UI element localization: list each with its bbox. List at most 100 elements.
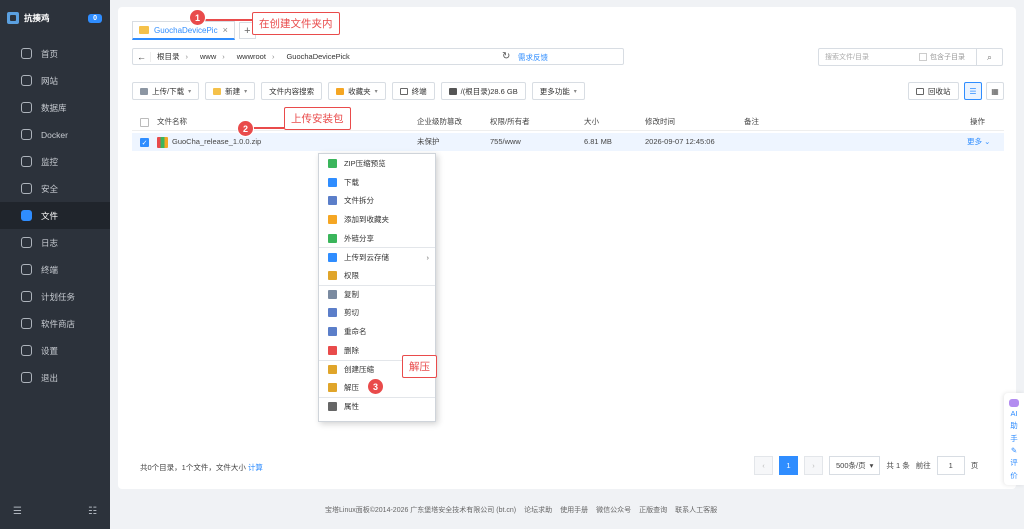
menu-item-copy[interactable]: 复制 <box>319 284 435 304</box>
upload-download-button[interactable]: 上传/下载 ▾ <box>132 82 200 100</box>
logout-icon <box>21 372 32 383</box>
chevron-down-icon: ▾ <box>374 88 378 95</box>
button-label: 新建 <box>225 86 241 96</box>
favorites-button[interactable]: 收藏夹 ▾ <box>328 82 386 100</box>
button-label: 更多功能 <box>539 86 570 96</box>
grid-view-icon[interactable]: ▦ <box>986 82 1004 100</box>
col-name[interactable]: 文件名称 <box>157 113 187 131</box>
sidebar-item-0[interactable]: 首页 <box>0 40 110 67</box>
row-checkbox[interactable]: ✓ <box>140 137 149 147</box>
sidebar-item-5[interactable]: 安全 <box>0 175 110 202</box>
page-1-button[interactable]: 1 <box>779 456 798 475</box>
sidebar-item-label: 文件 <box>41 210 59 221</box>
close-icon[interactable]: × <box>223 25 228 35</box>
menu-item-split[interactable]: 文件拆分 <box>319 191 435 210</box>
sidebar-item-1[interactable]: 网站 <box>0 67 110 94</box>
callout-2-line <box>252 127 284 129</box>
protect-cell[interactable]: 未保护 <box>417 133 440 151</box>
subdir-checkbox[interactable]: 包含子目录 <box>919 52 965 62</box>
folder-plus-icon <box>213 87 222 95</box>
sidebar-item-11[interactable]: 设置 <box>0 337 110 364</box>
menu-item-label: 添加到收藏夹 <box>344 214 389 224</box>
menu-item-permission[interactable]: 权限 <box>319 266 435 285</box>
notification-badge[interactable]: 0 <box>88 13 102 23</box>
table-row[interactable]: ✓ GuoCha_release_1.0.0.zip 未保护 755/www 6… <box>132 133 1004 151</box>
footer-link-wechat[interactable]: 微信公众号 <box>596 505 631 515</box>
sidebar-item-12[interactable]: 退出 <box>0 364 110 391</box>
search-icon[interactable]: ⌕ <box>976 49 1002 65</box>
prev-page-button[interactable]: ‹ <box>754 456 773 475</box>
collapse-icon[interactable]: ☰ <box>13 506 22 517</box>
menu-item-share[interactable]: 外链分享 <box>319 229 435 248</box>
breadcrumb-wwwroot[interactable]: wwwroot › <box>231 52 281 61</box>
sidebar-item-8[interactable]: 终端 <box>0 256 110 283</box>
menu-item-label: 解压 <box>344 383 359 393</box>
sidebar-item-2[interactable]: 数据库 <box>0 94 110 121</box>
breadcrumb-www[interactable]: www › <box>194 52 231 61</box>
sidebar-item-7[interactable]: 日志 <box>0 229 110 256</box>
terminal-icon <box>399 87 408 95</box>
terminal-button[interactable]: 终端 <box>391 82 435 100</box>
sidebar-item-9[interactable]: 计划任务 <box>0 283 110 310</box>
zip-file-icon <box>157 136 168 148</box>
menu-item-download[interactable]: 下载 <box>319 173 435 192</box>
perm-cell[interactable]: 755/www <box>490 133 521 151</box>
tab-guochadevicepic[interactable]: GuochaDevicePic × <box>132 21 235 40</box>
per-page-value: 500条/页 <box>836 461 866 470</box>
menu-item-label: ZIP压缩预览 <box>344 158 386 168</box>
col-mtime[interactable]: 修改时间 <box>645 113 675 131</box>
menu-item-info[interactable]: 属性 <box>319 396 435 416</box>
path-bar[interactable]: ← 根目录 › www › wwwroot › GuochaDevicePick <box>132 48 624 65</box>
feedback-link[interactable]: 需求反馈 <box>518 52 548 63</box>
col-perm: 权限/所有者 <box>490 117 530 126</box>
refresh-icon[interactable]: ↻ <box>502 51 510 62</box>
callout-1-note: 在创建文件夹内 <box>252 12 340 35</box>
sidebar-item-6[interactable]: 文件 <box>0 202 110 229</box>
list-view-icon[interactable]: ☰ <box>964 82 982 100</box>
ai-assistant-widget[interactable]: AI 助 手 ✎ 评 价 <box>1004 393 1024 485</box>
chevron-down-icon: ▾ <box>869 461 874 470</box>
per-page-select[interactable]: 500条/页 ▾ <box>829 456 881 475</box>
sidebar-item-10[interactable]: 软件商店 <box>0 310 110 337</box>
page-input[interactable]: 1 <box>936 456 965 475</box>
menu-item-star[interactable]: 添加到收藏夹 <box>319 210 435 229</box>
search-input[interactable]: 搜索文件/目录 <box>819 52 919 62</box>
content-search-button[interactable]: 文件内容搜索 <box>261 82 323 100</box>
sidebar-item-label: 计划任务 <box>41 291 76 302</box>
col-size[interactable]: 大小 <box>584 113 599 131</box>
next-page-button[interactable]: › <box>804 456 823 475</box>
chevron-right-icon: › <box>426 252 430 262</box>
menu-item-label: 剪切 <box>344 308 359 318</box>
footer-link-license[interactable]: 正版查询 <box>639 505 667 515</box>
sidebar-item-label: 终端 <box>41 264 59 275</box>
breadcrumb-current[interactable]: GuochaDevicePick <box>280 52 355 61</box>
footer-link-manual[interactable]: 使用手册 <box>560 505 588 515</box>
new-button[interactable]: 新建 ▾ <box>205 82 256 100</box>
menu-item-zip-preview[interactable]: ZIP压缩预览 <box>319 154 435 173</box>
button-label: /(根目录)28.6 GB <box>460 86 518 96</box>
sidebar-item-4[interactable]: 监控 <box>0 148 110 175</box>
permission-icon <box>328 270 337 280</box>
more-functions-button[interactable]: 更多功能 ▾ <box>531 82 585 100</box>
menu-item-cloud-upload[interactable]: 上传到云存储 › <box>319 247 435 266</box>
brand-name: 抗揍鸡 <box>24 13 50 23</box>
footer-link-forum[interactable]: 论坛求助 <box>524 505 552 515</box>
disk-button[interactable]: /(根目录)28.6 GB <box>440 82 526 100</box>
menu-item-cut[interactable]: 剪切 <box>319 304 435 323</box>
button-label: 回收站 <box>928 86 951 96</box>
sidebar-item-3[interactable]: Docker <box>0 121 110 148</box>
calculate-link[interactable]: 计算 <box>248 463 263 472</box>
footer: 宝塔Linux面板©2014-2026 广东堡塔安全技术有限公司 (bt.cn)… <box>325 505 717 515</box>
menu-item-rename[interactable]: 重命名 <box>319 322 435 341</box>
recycle-bin-button[interactable]: 回收站 <box>908 82 959 100</box>
breadcrumb-root[interactable]: 根目录 › <box>151 51 194 62</box>
menu-toggle-icon[interactable]: ☷ <box>88 506 97 517</box>
more-actions-link[interactable]: 更多 ⌄ <box>967 133 990 151</box>
chevron-right-icon: › <box>271 52 275 61</box>
menu-item-label: 上传到云存储 <box>344 252 389 262</box>
more-label: 更多 <box>967 137 982 146</box>
footer-link-support[interactable]: 联系人工客服 <box>675 505 717 515</box>
select-all-checkbox[interactable] <box>140 117 149 127</box>
back-arrow-icon[interactable]: ← <box>133 51 151 62</box>
chevron-down-icon: ▾ <box>573 88 577 95</box>
